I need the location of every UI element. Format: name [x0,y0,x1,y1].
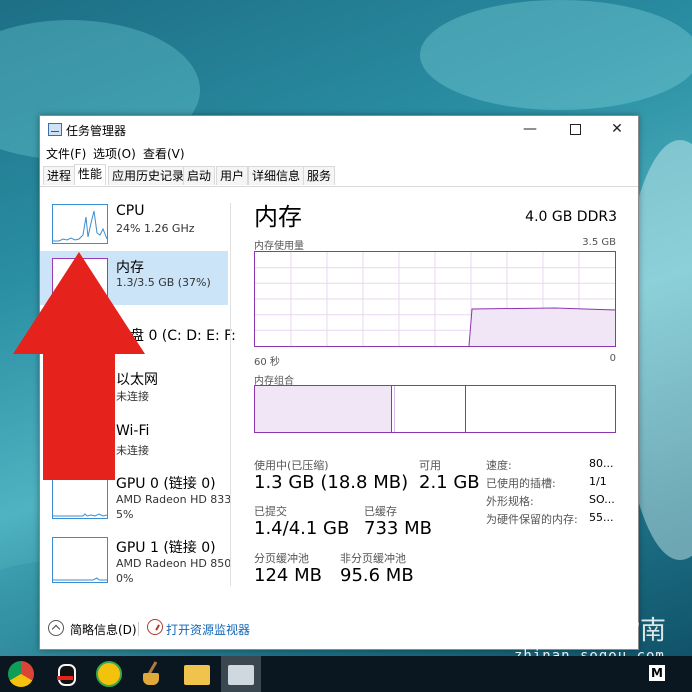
usage-graph-max: 3.5 GB [582,237,616,248]
time-axis-left: 60 秒 [254,357,280,368]
maximize-button[interactable] [554,116,596,143]
composition-modified [394,386,395,432]
menu-file[interactable]: 文件(F) [46,145,86,162]
sidebar-label: CPU [116,203,145,219]
memory-usage-plot [255,252,616,347]
composition-in-use [255,386,392,432]
sidebar-item-cpu[interactable]: CPU 24% 1.26 GHz [40,197,228,251]
maximize-icon [569,123,581,135]
tab-processes[interactable]: 进程 [43,166,76,185]
browser-icon[interactable] [96,661,122,687]
panel-title: 内存 [254,203,302,231]
paged-pool-value: 124 MB [254,565,322,586]
watermark-text: 搜狗指南 [561,616,666,646]
slots-label: 已使用的插槽: [486,477,556,490]
memory-spec: 4.0 GB DDR3 [525,209,617,225]
menu-options[interactable]: 选项(O) [93,145,136,162]
memory-panel: 内存 4.0 GB DDR3 内存使用量 3.5 GB 60 秒 0 内存组合 … [254,187,624,597]
speed-value: 80... [589,457,614,470]
open-resource-monitor-link[interactable]: 打开资源监视器 [166,621,250,638]
collapse-icon[interactable] [48,620,64,636]
file-explorer-icon[interactable] [184,665,210,685]
sidebar-detail: AMD Radeon HD 833 [116,493,232,506]
cpu-thumbnail-line [53,210,107,242]
window-title: 任务管理器 [66,124,127,138]
sidebar-item-gpu1[interactable]: GPU 1 (链接 0) AMD Radeon HD 850 0% [40,531,232,589]
cached-label: 已缓存 [364,505,397,518]
resource-monitor-icon[interactable] [147,619,163,635]
form-factor-label: 外形规格: [486,495,534,508]
sidebar-detail: AMD Radeon HD 850 [116,557,232,570]
available-value: 2.1 GB [419,472,480,493]
in-use-value: 1.3 GB (18.8 MB) [254,472,409,493]
cpu-thumbnail-graph [52,204,108,244]
committed-value: 1.4/4.1 GB [254,518,350,539]
task-manager-app-icon [48,123,62,136]
red-arrow-annotation [13,252,145,480]
in-use-label: 使用中(已压缩) [254,459,329,472]
task-manager-icon[interactable] [228,665,254,685]
sidebar-detail-usage: 5% [116,508,134,521]
tab-details[interactable]: 详细信息 [248,166,305,185]
menu-view[interactable]: 查看(V) [143,145,185,162]
qq-icon[interactable] [52,661,78,687]
sidebar-detail-usage: 0% [116,572,134,585]
sidebar-detail: 24% 1.26 GHz [116,222,195,235]
tab-users[interactable]: 用户 [216,166,249,185]
gpu0-thumbnail-line [53,513,107,517]
hardware-reserved-value: 55... [589,511,614,524]
committed-label: 已提交 [254,505,287,518]
speed-label: 速度: [486,459,512,472]
tab-bar: 进程 性能 应用历史记录 启动 用户 详细信息 服务 [40,164,638,187]
sidebar-label: GPU 1 (链接 0) [116,540,216,556]
cached-value: 733 MB [364,518,432,539]
taskbar [0,656,692,692]
minimize-button[interactable]: — [509,116,551,143]
tab-services[interactable]: 服务 [303,166,336,185]
footer-separator [138,622,139,636]
available-label: 可用 [419,459,441,472]
chrome-icon[interactable] [8,661,34,687]
form-factor-value: SO... [589,493,615,506]
tab-performance[interactable]: 性能 [74,164,107,185]
sogou-logo [522,610,556,644]
sidebar-divider [230,203,231,586]
menu-bar: 文件(F) 选项(O) 查看(V) [40,143,638,163]
fewer-details-button[interactable]: 简略信息(D) [70,621,137,638]
input-method-badge[interactable]: M [649,665,665,681]
nonpaged-pool-value: 95.6 MB [340,565,414,586]
slots-value: 1/1 [589,475,607,488]
paged-pool-label: 分页缓冲池 [254,552,309,565]
tab-app-history[interactable]: 应用历史记录 [108,166,189,185]
memory-usage-graph [254,251,616,347]
gpu1-thumbnail-graph [52,537,108,583]
usage-graph-label: 内存使用量 [254,241,304,252]
tab-startup[interactable]: 启动 [183,166,216,185]
gpu1-thumbnail-line [53,577,107,581]
hardware-reserved-label: 为硬件保留的内存: [486,513,578,526]
composition-standby-edge [465,386,466,432]
nonpaged-pool-label: 非分页缓冲池 [340,552,406,565]
background-wave [420,0,692,110]
broom-icon[interactable] [140,661,166,687]
time-axis-right: 0 [609,353,616,364]
memory-composition-bar [254,385,616,433]
title-bar[interactable]: 任务管理器 — ✕ [40,116,638,143]
close-button[interactable]: ✕ [596,116,638,143]
